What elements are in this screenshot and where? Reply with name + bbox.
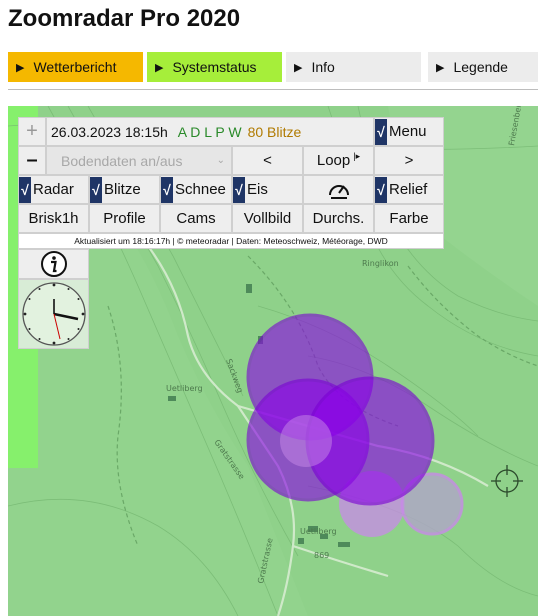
map-label-uetliberg: Uetliberg — [166, 384, 203, 393]
checkbox-icon: √ — [375, 176, 387, 203]
profile-button[interactable]: Profile — [89, 204, 160, 233]
toggle-schnee[interactable]: √ Schnee — [160, 175, 232, 204]
tab-info[interactable]: ▶ Info — [286, 52, 421, 82]
chevron-down-icon: ⌄ — [216, 155, 225, 166]
menu-label: Menu — [389, 123, 427, 140]
menu-button[interactable]: √ Menu — [374, 117, 444, 146]
eis-label: Eis — [247, 181, 268, 198]
map-label-elevation: 869 — [314, 551, 329, 560]
tab-label: Legende — [453, 59, 508, 75]
info-icon — [40, 251, 67, 277]
checkbox-icon: √ — [375, 118, 387, 145]
vollbild-button[interactable]: Vollbild — [232, 204, 303, 233]
brisk-button[interactable]: Brisk1h — [18, 204, 89, 233]
map-label-ringlikon: Ringlikon — [362, 259, 399, 268]
zoom-out-button[interactable]: – — [18, 146, 46, 175]
toggle-eis[interactable]: √ Eis — [232, 175, 303, 204]
checkbox-icon: √ — [233, 176, 245, 203]
play-arrow-icon: ▶ — [155, 61, 164, 74]
speedometer-button[interactable] — [303, 175, 374, 204]
timestamp-bar: 26.03.2023 18:15h A D L P W 80 Blitze — [46, 117, 374, 146]
play-arrow-icon: ▶ — [436, 61, 445, 74]
app-title: Zoomradar Pro 2020 — [8, 5, 241, 32]
loop-button[interactable]: Loop |▸ — [303, 146, 374, 175]
info-button[interactable] — [18, 249, 89, 279]
schnee-label: Schnee — [175, 181, 226, 198]
prev-frame-button[interactable]: < — [232, 146, 303, 175]
tab-label: Info — [311, 59, 335, 75]
radar-cell — [280, 415, 332, 467]
play-arrow-icon: ▶ — [294, 61, 303, 74]
zoom-in-button[interactable]: + — [18, 117, 46, 146]
speedometer-icon — [328, 184, 349, 199]
tab-legende[interactable]: ▶ Legende — [428, 52, 538, 82]
play-pause-icon: |▸ — [353, 151, 361, 161]
loop-label: Loop — [316, 152, 351, 169]
nav-tabs: ▶ Wetterbericht ▶ Systemstatus ▶ Info ▶ … — [8, 52, 538, 82]
toggle-blitze[interactable]: √ Blitze — [89, 175, 160, 204]
status-line: Aktualisiert um 18:16:17h | © meteoradar… — [18, 233, 444, 249]
durchs-button[interactable]: Durchs. — [303, 204, 374, 233]
lightning-count: 80 Blitze — [247, 123, 302, 140]
ground-data-select[interactable]: Bodendaten an/aus ⌄ — [46, 146, 232, 175]
tab-label: Wetterbericht — [33, 59, 117, 75]
timestamp: 26.03.2023 18:15h — [51, 123, 168, 140]
divider — [8, 89, 538, 90]
toggle-relief[interactable]: √ Relief — [374, 175, 444, 204]
next-frame-button[interactable]: > — [374, 146, 444, 175]
checkbox-icon: √ — [161, 176, 173, 203]
play-arrow-icon: ▶ — [16, 61, 25, 74]
blitze-label: Blitze — [104, 181, 141, 198]
tab-wetterbericht[interactable]: ▶ Wetterbericht — [8, 52, 143, 82]
checkbox-icon: √ — [19, 176, 31, 203]
layer-indicators: A D L P W — [177, 123, 242, 140]
checkbox-icon: √ — [90, 176, 102, 203]
relief-label: Relief — [389, 181, 428, 198]
ground-data-label: Bodendaten an/aus — [61, 152, 183, 169]
clock-widget[interactable] — [18, 279, 89, 349]
clock-icon — [21, 282, 86, 346]
radar-label: Radar — [33, 181, 74, 198]
tab-label: Systemstatus — [172, 59, 257, 75]
cams-button[interactable]: Cams — [160, 204, 232, 233]
tab-systemstatus[interactable]: ▶ Systemstatus — [147, 52, 282, 82]
map-label-uetliberg-2: Uetliberg — [300, 527, 337, 536]
farbe-button[interactable]: Farbe — [374, 204, 444, 233]
toggle-radar[interactable]: √ Radar — [18, 175, 89, 204]
